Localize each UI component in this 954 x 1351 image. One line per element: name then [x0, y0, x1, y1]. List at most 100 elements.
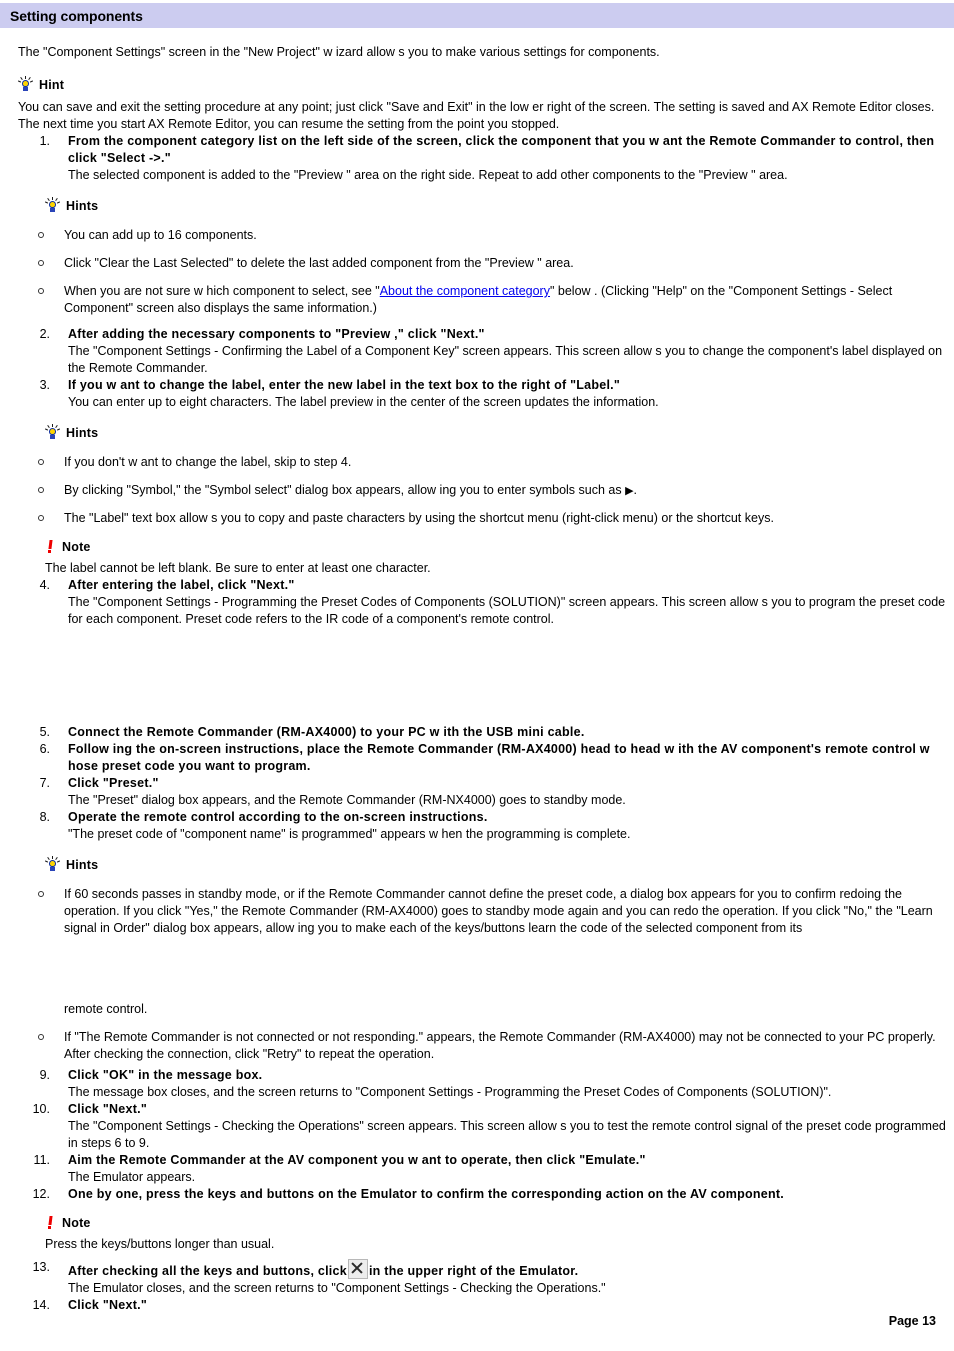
step-item: 8. Operate the remote control according … — [0, 809, 954, 826]
step-number: 2. — [39, 327, 50, 341]
hints-callout-1: Hints — [44, 196, 954, 216]
step-number: 3. — [39, 378, 50, 392]
step-body: "The preset code of "component name" is … — [68, 827, 631, 841]
hint-callout-top: Hint — [17, 75, 954, 95]
step-detail: "The preset code of "component name" is … — [0, 826, 954, 843]
note-label: Note — [62, 1216, 91, 1230]
list-item: You can add up to 16 components. — [0, 227, 954, 244]
step-detail: The Emulator appears. — [0, 1169, 954, 1186]
step-item: 10. Click "Next." — [0, 1101, 954, 1118]
page-number: Page 13 — [888, 1314, 936, 1328]
step-number: 6. — [39, 742, 50, 756]
hints-callout-3: Hints — [44, 855, 954, 875]
step-number: 1. — [39, 134, 50, 148]
step-heading: Connect the Remote Commander (RM-AX4000)… — [68, 725, 585, 739]
step-number: 4. — [39, 578, 50, 592]
list-item: The "Label" text box allow s you to copy… — [0, 510, 954, 527]
step-detail: The message box closes, and the screen r… — [0, 1084, 954, 1101]
lightbulb-icon — [44, 856, 61, 873]
hint-text: You can add up to 16 components. — [64, 228, 257, 242]
close-icon[interactable] — [347, 1259, 368, 1279]
step-detail: The selected component is added to the "… — [0, 167, 954, 184]
step-heading: Click "Preset." — [68, 776, 159, 790]
step-body: The Emulator appears. — [68, 1170, 196, 1184]
note-callout-2: Note — [45, 1213, 954, 1233]
step-heading: Operate the remote control according to … — [68, 810, 488, 824]
step-item: 6. Follow ing the on-screen instructions… — [0, 741, 954, 775]
hint-text-before-symbol: By clicking "Symbol," the "Symbol select… — [64, 483, 626, 497]
hint-text: If "The Remote Commander is not connecte… — [64, 1030, 936, 1061]
step-detail: The "Component Settings - Programming th… — [0, 594, 954, 628]
step-item: 5. Connect the Remote Commander (RM-AX40… — [0, 724, 954, 741]
step-heading: Follow ing the on-screen instructions, p… — [68, 742, 930, 773]
exclamation-icon — [45, 1215, 56, 1231]
hint-continuation-text: remote control. — [64, 1002, 148, 1016]
step-heading: After entering the label, click "Next." — [68, 578, 295, 592]
step-item: 9. Click "OK" in the message box. — [0, 1067, 954, 1084]
circle-bullet-icon — [38, 891, 44, 897]
step-body: The selected component is added to the "… — [68, 168, 788, 182]
step-item: 11. Aim the Remote Commander at the AV c… — [0, 1152, 954, 1169]
step-heading: After adding the necessary components to… — [68, 327, 485, 341]
circle-bullet-icon — [38, 515, 44, 521]
hints-label: Hints — [66, 426, 99, 440]
step-detail: You can enter up to eight characters. Th… — [0, 394, 954, 411]
circle-bullet-icon — [38, 1034, 44, 1040]
step-heading-after-icon: in the upper right of the Emulator. — [368, 1264, 579, 1278]
step-item: 2. After adding the necessary components… — [0, 326, 954, 343]
content-gap — [0, 628, 954, 724]
circle-bullet-icon — [38, 232, 44, 238]
page-title-bar: Setting components — [0, 3, 954, 28]
step-body: The Emulator closes, and the screen retu… — [68, 1281, 606, 1295]
step-heading: Aim the Remote Commander at the AV compo… — [68, 1153, 646, 1167]
step-number: 9. — [39, 1068, 50, 1082]
step-heading: Click "OK" in the message box. — [68, 1068, 263, 1082]
right-triangle-icon: ▶ — [625, 485, 634, 497]
about-component-category-link[interactable]: About the component category — [380, 284, 550, 298]
step-item: 12. One by one, press the keys and butto… — [0, 1186, 954, 1203]
step-number: 5. — [39, 725, 50, 739]
step-number: 8. — [39, 810, 50, 824]
note-2-text: Press the keys/buttons longer than usual… — [45, 1237, 275, 1251]
list-item: If 60 seconds passes in standby mode, or… — [0, 886, 954, 937]
list-item: If "The Remote Commander is not connecte… — [0, 1029, 954, 1063]
step-detail: The "Component Settings - Confirming the… — [0, 343, 954, 377]
step-number: 7. — [39, 776, 50, 790]
step-detail: The "Component Settings - Checking the O… — [0, 1118, 954, 1152]
step-heading: If you w ant to change the label, enter … — [68, 378, 621, 392]
step-body: The message box closes, and the screen r… — [68, 1085, 832, 1099]
step-number: 10. — [32, 1102, 50, 1116]
list-item: Click "Clear the Last Selected" to delet… — [0, 255, 954, 272]
intro-paragraph: The "Component Settings" screen in the "… — [18, 45, 660, 59]
list-item: When you are not sure w hich component t… — [0, 283, 954, 317]
hints-label: Hints — [66, 858, 99, 872]
step-body: The "Component Settings - Confirming the… — [68, 344, 943, 375]
hint-text-after-symbol: . — [633, 483, 638, 497]
step-number: 13. — [32, 1260, 50, 1274]
circle-bullet-icon — [38, 487, 44, 493]
page-title: Setting components — [10, 7, 143, 24]
step-heading: Click "Next." — [68, 1298, 148, 1312]
step-number: 12. — [32, 1187, 50, 1201]
step-number: 11. — [33, 1153, 50, 1167]
step-number: 14. — [32, 1298, 50, 1312]
step-body: The "Component Settings - Checking the O… — [68, 1119, 946, 1150]
note-label: Note — [62, 540, 91, 554]
hint-text: If 60 seconds passes in standby mode, or… — [64, 887, 933, 935]
note-1-text: The label cannot be left blank. Be sure … — [45, 561, 431, 575]
step-item: 3. If you w ant to change the label, ent… — [0, 377, 954, 394]
circle-bullet-icon — [38, 288, 44, 294]
step-body: You can enter up to eight characters. Th… — [68, 395, 659, 409]
step-item: 14. Click "Next." — [0, 1297, 954, 1314]
hint-text: Click "Clear the Last Selected" to delet… — [64, 256, 574, 270]
hints-label: Hints — [66, 199, 99, 213]
step-item: 7. Click "Preset." — [0, 775, 954, 792]
list-item: If you don't w ant to change the label, … — [0, 454, 954, 471]
step-detail: The "Preset" dialog box appears, and the… — [0, 792, 954, 809]
list-item: By clicking "Symbol," the "Symbol select… — [0, 482, 954, 499]
hints-callout-2: Hints — [44, 423, 954, 443]
circle-bullet-icon — [38, 459, 44, 465]
hint-text: The "Label" text box allow s you to copy… — [64, 511, 774, 525]
step-heading: Click "Next." — [68, 1102, 148, 1116]
hint-top-line2: The next time you start AX Remote Editor… — [18, 117, 560, 131]
